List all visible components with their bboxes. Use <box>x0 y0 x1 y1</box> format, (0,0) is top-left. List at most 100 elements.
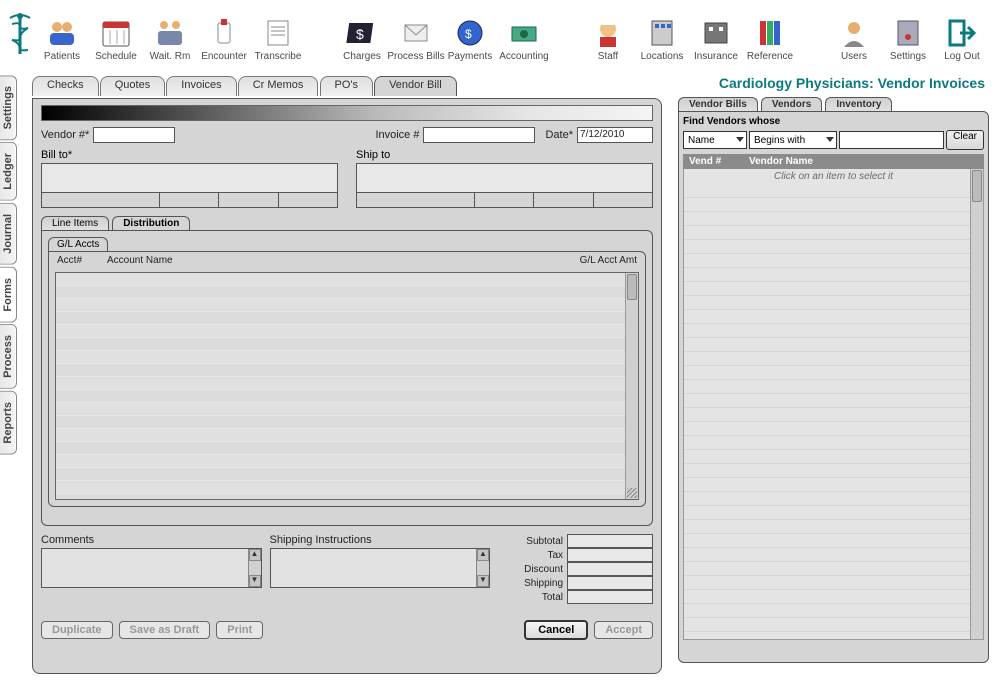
clear-button[interactable]: Clear <box>946 130 984 150</box>
tab-vendors[interactable]: Vendors <box>761 97 822 111</box>
arrow-down-icon[interactable]: ▼ <box>249 575 261 587</box>
find-controls: Name Begins with Clear <box>683 130 984 150</box>
tb-logout[interactable]: Log Out <box>935 6 989 62</box>
print-button[interactable]: Print <box>216 621 263 639</box>
side-tab-journal[interactable]: Journal <box>0 203 17 265</box>
tab-quotes[interactable]: Quotes <box>100 76 165 96</box>
tab-inventory[interactable]: Inventory <box>825 97 892 111</box>
tb-label: Process Bills <box>387 51 444 62</box>
save-as-draft-button[interactable]: Save as Draft <box>119 621 211 639</box>
process-bills-icon <box>400 17 432 49</box>
calendar-icon <box>100 17 132 49</box>
side-tab-process[interactable]: Process <box>0 324 17 389</box>
tb-charges[interactable]: $Charges <box>335 6 389 62</box>
find-vendors-label: Find Vendors whose <box>683 116 984 127</box>
app-logo-caduceus <box>4 6 35 62</box>
col-gl-acct-amt: G/L Acct Amt <box>547 255 637 266</box>
col-vendor-name: Vendor Name <box>749 156 813 167</box>
tb-encounter[interactable]: Encounter <box>197 6 251 62</box>
ship-to-address[interactable] <box>356 163 653 193</box>
transcribe-icon <box>262 17 294 49</box>
col-acct-num: Acct# <box>57 255 107 266</box>
tb-insurance[interactable]: Insurance <box>689 6 743 62</box>
tb-label: Insurance <box>694 51 738 62</box>
accept-button[interactable]: Accept <box>594 621 653 639</box>
resize-handle-icon[interactable] <box>627 488 637 498</box>
tab-invoices[interactable]: Invoices <box>166 76 236 96</box>
cancel-button[interactable]: Cancel <box>524 620 588 640</box>
tab-vendor-bills[interactable]: Vendor Bills <box>678 97 758 111</box>
tb-payments[interactable]: $Payments <box>443 6 497 62</box>
tb-group-patient: Patients Schedule Wait. Rm Encounter Tra… <box>35 6 305 62</box>
side-tab-reports[interactable]: Reports <box>0 391 17 455</box>
tb-reference[interactable]: Reference <box>743 6 797 62</box>
operator-select[interactable]: Begins with <box>749 131 837 149</box>
locations-icon <box>646 17 678 49</box>
vendor-list[interactable]: Click on an item to select it <box>683 169 984 640</box>
tab-pos[interactable]: PO's <box>320 76 374 96</box>
total-value <box>567 590 653 604</box>
tb-label: Accounting <box>499 51 548 62</box>
tb-label: Patients <box>44 51 80 62</box>
side-tab-settings[interactable]: Settings <box>0 75 17 140</box>
sub-tab-line-items[interactable]: Line Items <box>41 216 109 230</box>
discount-value <box>567 562 653 576</box>
tb-label: Transcribe <box>255 51 302 62</box>
tb-process-bills[interactable]: Process Bills <box>389 6 443 62</box>
encounter-icon <box>208 17 240 49</box>
accounting-icon <box>508 17 540 49</box>
sub-tab-distribution[interactable]: Distribution <box>112 216 190 230</box>
tb-users[interactable]: Users <box>827 6 881 62</box>
patients-icon <box>46 17 78 49</box>
top-toolbar: Patients Schedule Wait. Rm Encounter Tra… <box>0 0 993 62</box>
scrollbar[interactable]: ▲▼ <box>248 549 261 587</box>
shipping-label: Shipping <box>498 578 567 589</box>
discount-label: Discount <box>498 564 567 575</box>
tb-accounting[interactable]: Accounting <box>497 6 551 62</box>
vendor-list-header: Vend # Vendor Name <box>683 154 984 169</box>
tb-schedule[interactable]: Schedule <box>89 6 143 62</box>
comments-field[interactable]: ▲▼ <box>41 548 262 588</box>
invoice-num-field[interactable] <box>423 127 535 143</box>
tab-cr-memos[interactable]: Cr Memos <box>238 76 319 96</box>
vendor-num-field[interactable] <box>93 127 175 143</box>
duplicate-button[interactable]: Duplicate <box>41 621 113 639</box>
distribution-panel: G/L Accts Acct# Account Name G/L Acct Am… <box>41 230 653 526</box>
comments-label: Comments <box>41 534 262 546</box>
tb-wait-rm[interactable]: Wait. Rm <box>143 6 197 62</box>
search-input[interactable] <box>839 131 944 149</box>
tb-locations[interactable]: Locations <box>635 6 689 62</box>
tb-group-billing: $Charges Process Bills $Payments Account… <box>335 6 551 62</box>
vendor-list-scrollbar[interactable] <box>970 169 983 639</box>
bill-to-city-state-zip[interactable] <box>41 193 338 208</box>
ship-to-city-state-zip[interactable] <box>356 193 653 208</box>
side-tab-ledger[interactable]: Ledger <box>0 142 17 201</box>
date-field[interactable]: 7/12/2010 <box>577 127 653 143</box>
bill-to-address[interactable] <box>41 163 338 193</box>
totals-block: Subtotal Tax Discount Shipping Total <box>498 534 653 604</box>
tb-patients[interactable]: Patients <box>35 6 89 62</box>
ship-to-label: Ship to <box>356 149 653 161</box>
tab-vendor-bill[interactable]: Vendor Bill <box>374 76 457 96</box>
scrollbar[interactable]: ▲▼ <box>476 549 489 587</box>
tab-checks[interactable]: Checks <box>32 76 99 96</box>
field-select[interactable]: Name <box>683 131 747 149</box>
logout-icon <box>946 17 978 49</box>
gl-accts-tab[interactable]: G/L Accts <box>48 237 108 251</box>
side-tabs: Settings Ledger Journal Forms Process Re… <box>0 75 30 457</box>
side-tab-forms[interactable]: Forms <box>0 267 17 323</box>
shipping-instructions-field[interactable]: ▲▼ <box>270 548 491 588</box>
tb-label: Schedule <box>95 51 137 62</box>
tb-staff[interactable]: Staff <box>581 6 635 62</box>
tb-group-admin: Users Settings Log Out <box>827 6 989 62</box>
vendor-bill-form: Vendor #* Invoice # Date* 7/12/2010 Bill… <box>32 98 662 674</box>
gl-grid[interactable] <box>55 272 639 500</box>
vendor-list-hint: Click on an item to select it <box>684 169 983 184</box>
gl-grid-scrollbar[interactable] <box>625 273 638 499</box>
arrow-up-icon[interactable]: ▲ <box>477 549 489 561</box>
arrow-up-icon[interactable]: ▲ <box>249 549 261 561</box>
tb-transcribe[interactable]: Transcribe <box>251 6 305 62</box>
arrow-down-icon[interactable]: ▼ <box>477 575 489 587</box>
invoice-num-label: Invoice # <box>375 129 419 141</box>
tb-settings[interactable]: Settings <box>881 6 935 62</box>
